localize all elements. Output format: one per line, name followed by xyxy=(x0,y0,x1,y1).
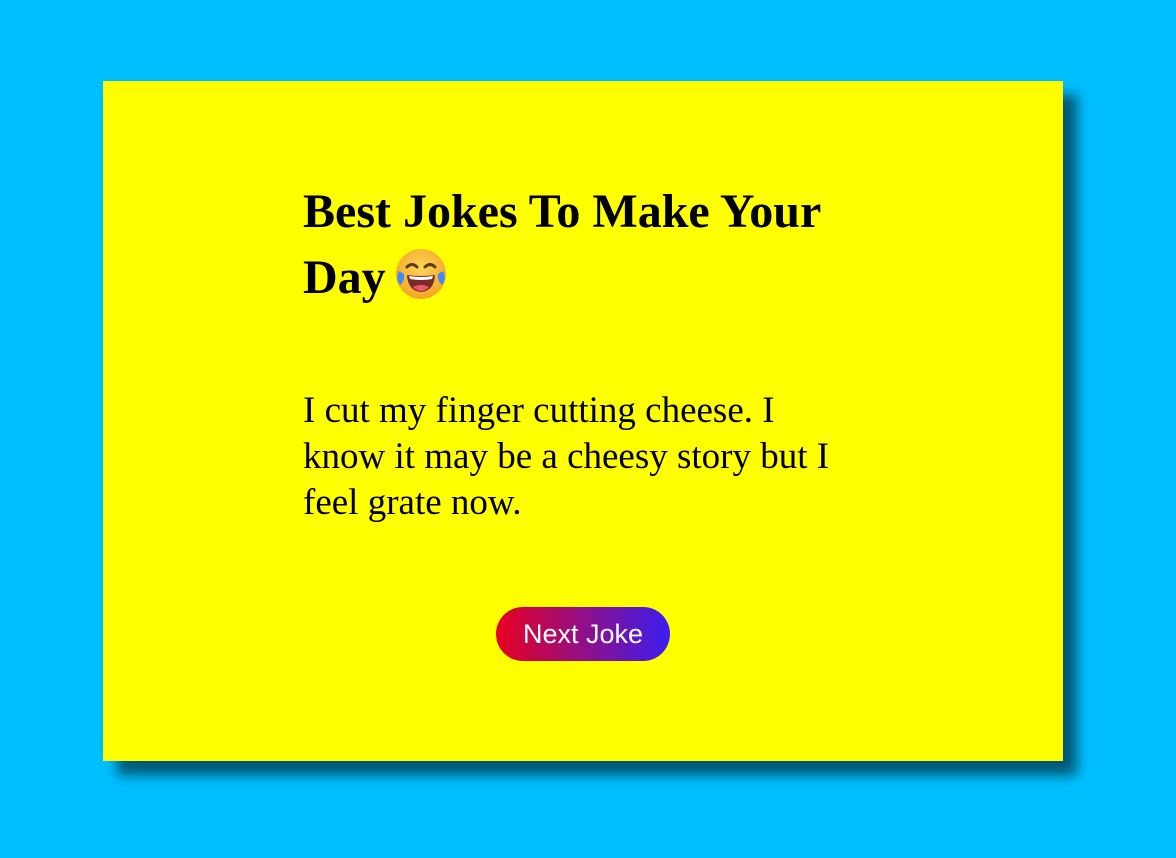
joke-card: Best Jokes To Make Your Day I cut my fin… xyxy=(103,81,1063,761)
face-with-tears-of-joy-icon xyxy=(395,249,446,299)
next-joke-button[interactable]: Next Joke xyxy=(496,607,670,661)
title-text: Best Jokes To Make Your Day xyxy=(303,185,821,304)
joke-text: I cut my finger cutting cheese. I know i… xyxy=(303,390,830,523)
page-title: Best Jokes To Make Your Day xyxy=(303,179,883,311)
